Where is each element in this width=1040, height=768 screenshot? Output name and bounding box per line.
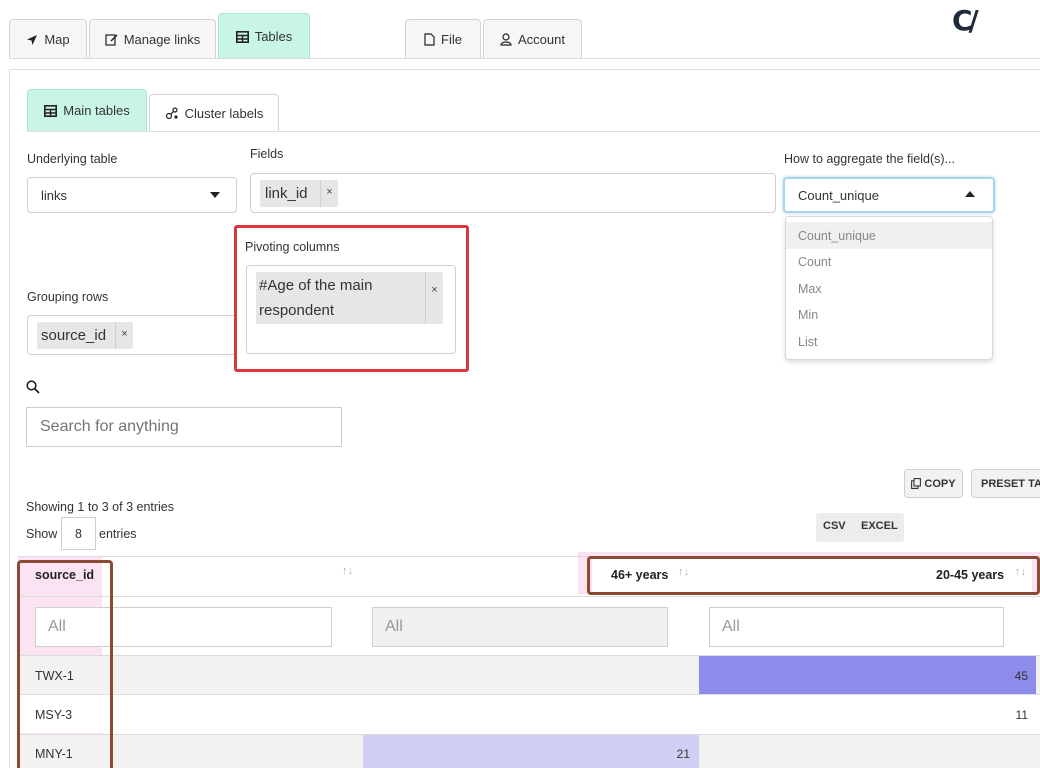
navigation-arrow-icon — [27, 34, 38, 45]
app-logo: C/ — [950, 4, 990, 38]
underlying-table-label: Underlying table — [27, 152, 118, 166]
tab-main-tables-label: Main tables — [63, 103, 130, 118]
csv-button[interactable]: CSV — [823, 520, 846, 532]
fields-label: Fields — [250, 147, 284, 161]
entries-label: entries — [99, 527, 137, 541]
fields-input[interactable]: link_id × — [250, 173, 776, 213]
entries-info: Showing 1 to 3 of 3 entries — [26, 500, 175, 514]
fields-chip: link_id × — [260, 180, 338, 207]
caret-down-icon — [210, 192, 220, 198]
aggregate-value: Count_unique — [798, 188, 879, 203]
row-value-20-45: 45 — [1014, 669, 1028, 683]
tab-manage-links[interactable]: Manage links — [89, 19, 216, 59]
filter-20-45[interactable]: All — [709, 607, 1004, 647]
excel-button[interactable]: EXCEL — [861, 520, 898, 532]
row-value-46-plus: 21 — [676, 747, 690, 761]
cluster-icon — [165, 106, 178, 119]
grouping-rows-input[interactable]: source_id × — [27, 315, 234, 355]
preset-table-button[interactable]: PRESET TA — [971, 469, 1040, 498]
tab-main-tables[interactable]: Main tables — [27, 89, 147, 131]
tab-file-label: File — [441, 32, 462, 47]
table-icon — [44, 104, 58, 117]
tab-tables-label: Tables — [254, 29, 293, 44]
tab-cluster-labels-label: Cluster labels — [184, 105, 264, 121]
caret-up-icon — [965, 191, 975, 197]
row-value-20-45: 11 — [1015, 708, 1028, 722]
grouping-rows-label: Grouping rows — [27, 290, 109, 304]
underlying-table-select[interactable]: links — [27, 177, 237, 213]
dropdown-option-count[interactable]: Count — [786, 248, 992, 275]
source-id-highlight-box — [17, 560, 113, 768]
remove-chip-button[interactable]: × — [320, 180, 338, 207]
fields-chip-label: link_id — [265, 185, 308, 202]
search-input[interactable] — [26, 407, 342, 447]
dropdown-option-min[interactable]: Min — [786, 301, 992, 328]
aggregate-select[interactable]: Count_unique — [783, 177, 995, 213]
tab-map-label: Map — [44, 32, 70, 47]
preset-table-button-label: PRESET TA — [981, 477, 1040, 490]
pivot-header-highlight-box — [587, 556, 1040, 595]
logo-text: C/ — [952, 4, 979, 37]
file-icon — [424, 33, 435, 46]
page-length-value: 8 — [75, 526, 82, 541]
table-header-row — [102, 557, 578, 595]
tab-cluster-labels[interactable]: Cluster labels — [149, 94, 279, 131]
aggregate-label: How to aggregate the field(s)... — [784, 152, 955, 166]
tab-file[interactable]: File — [405, 19, 481, 59]
table-row — [18, 734, 1040, 768]
show-label: Show — [26, 527, 58, 541]
copy-button[interactable]: COPY — [904, 469, 963, 498]
header-bottom-border — [18, 596, 1040, 597]
page-length-select[interactable]: 8 — [61, 517, 96, 550]
user-icon — [500, 33, 512, 46]
search-icon — [26, 380, 40, 394]
tab-account-label: Account — [518, 32, 565, 47]
aggregate-dropdown-menu: Count_unique Count Max Min List — [785, 216, 993, 360]
remove-chip-button[interactable]: × — [115, 322, 133, 349]
edit-icon — [105, 34, 118, 46]
dropdown-option-count-unique[interactable]: Count_unique — [786, 222, 992, 249]
tab-manage-links-label: Manage links — [123, 32, 201, 47]
sub-tabs-divider — [27, 131, 1040, 132]
sort-icon[interactable]: ↑↓ — [342, 565, 353, 577]
table-row — [18, 694, 1040, 733]
filter-46-plus[interactable]: All — [372, 607, 668, 647]
copy-button-label: COPY — [924, 477, 956, 490]
tab-tables[interactable]: Tables — [218, 13, 310, 59]
table-icon — [235, 30, 249, 43]
tab-map[interactable]: Map — [9, 19, 87, 59]
grouping-chip-label: source_id — [41, 327, 107, 344]
dropdown-option-max[interactable]: Max — [786, 275, 992, 302]
table-row — [18, 655, 1040, 695]
underlying-table-value: links — [41, 188, 68, 203]
pivoting-highlight-box — [234, 225, 469, 372]
grouping-chip: source_id × — [37, 322, 133, 349]
top-tabs-divider — [9, 58, 1040, 59]
dropdown-option-list[interactable]: List — [786, 328, 992, 355]
tab-account[interactable]: Account — [483, 19, 582, 59]
copy-icon — [911, 478, 922, 489]
